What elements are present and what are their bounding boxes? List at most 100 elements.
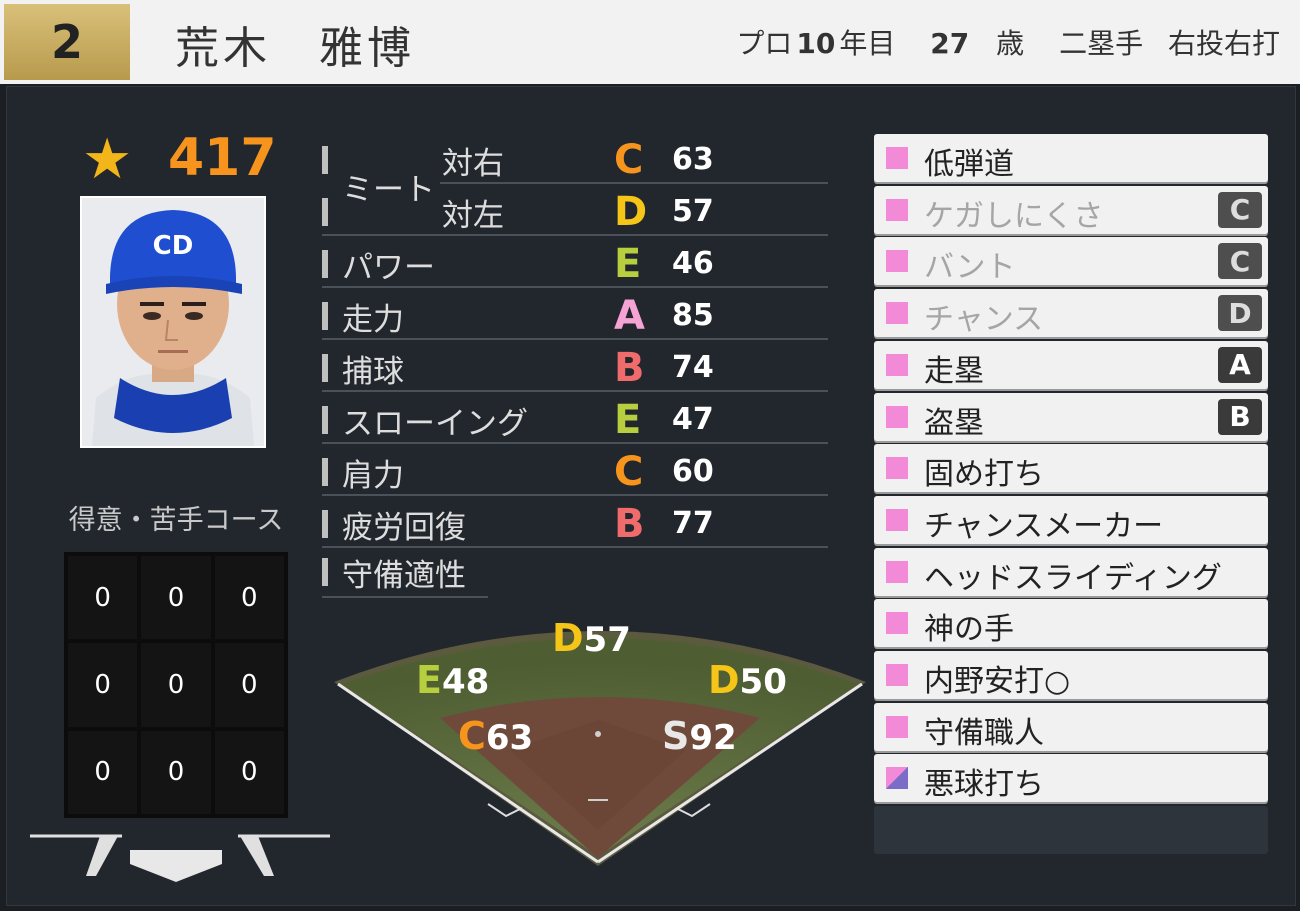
first-base-grade: S: [662, 714, 690, 758]
player-header: 2 荒木 雅博 プロ 10 年目 27 歳 二塁手 右投右打: [0, 0, 1300, 84]
ability-item[interactable]: 悪球打ち: [874, 754, 1268, 803]
player-portrait: CD: [80, 196, 266, 448]
center-field-value: 57: [583, 620, 631, 660]
third-base-rating: C63: [458, 714, 533, 758]
ability-marker-icon: [886, 560, 908, 583]
ability-item[interactable]: 神の手: [874, 599, 1268, 648]
ability-rank: C: [1218, 191, 1262, 228]
stat-value: 46: [672, 246, 714, 281]
stat-value: 77: [672, 506, 714, 541]
stat-row: スローイング E 47: [322, 396, 828, 446]
meet-left-value: 57: [672, 194, 714, 229]
star-icon: ★: [82, 127, 133, 192]
ability-item[interactable]: バント C: [874, 237, 1268, 286]
meet-right-value: 63: [672, 142, 714, 177]
stat-label: パワー: [342, 250, 435, 286]
first-base-rating: S92: [662, 714, 737, 758]
ability-item[interactable]: チャンス D: [874, 289, 1268, 338]
divider: [322, 596, 488, 598]
stat-value: 60: [672, 454, 714, 489]
svg-text:CD: CD: [153, 231, 194, 261]
ability-label: 内野安打○: [924, 664, 1071, 699]
ability-item[interactable]: ヘッドスライディング: [874, 547, 1268, 596]
stat-row: 走力 A 85: [322, 292, 828, 342]
ability-marker-icon: [886, 664, 908, 686]
ability-marker-icon: [886, 457, 908, 480]
stat-grade: E: [614, 241, 642, 287]
center-field-rating: D57: [552, 616, 631, 660]
stat-row: 疲労回復 B 77: [322, 500, 828, 550]
ability-item[interactable]: チャンスメーカー: [874, 495, 1268, 544]
ability-label: 走塁: [924, 353, 984, 389]
ability-item[interactable]: 内野安打○: [874, 651, 1268, 699]
stat-bar: [322, 250, 328, 278]
position: 二塁手: [1059, 27, 1144, 60]
stat-row-meet-left: 対左 D 57: [322, 188, 828, 238]
ability-item[interactable]: ケガしにくさ C: [874, 185, 1268, 234]
left-field-grade: E: [416, 658, 442, 702]
ability-item[interactable]: 固め打ち: [874, 444, 1268, 493]
stat-bar: [322, 558, 328, 586]
meet-left-label: 対左: [442, 198, 504, 234]
ability-label: チャンス: [924, 302, 1044, 338]
ability-marker-icon: [886, 767, 908, 790]
course-title: 得意・苦手コース: [68, 505, 284, 536]
zone-cell: 0: [214, 730, 284, 814]
ability-label: 固め打ち: [924, 457, 1044, 493]
stat-bar: [322, 458, 328, 486]
divider: [322, 338, 828, 340]
right-field-grade: D: [708, 658, 740, 702]
stat-bar: [322, 198, 328, 226]
divider: [440, 182, 828, 184]
ability-label: 盗塁: [924, 405, 984, 441]
ability-marker-icon: [886, 508, 908, 531]
zone-cell: 0: [141, 730, 211, 814]
stat-label: 肩力: [342, 458, 404, 494]
hot-cold-zone-grid: 0 0 0 0 0 0 0 0 0: [64, 552, 288, 818]
ability-marker-icon: [886, 612, 908, 635]
ability-marker-icon: [886, 147, 908, 169]
overall-rating: 417: [168, 128, 277, 188]
ability-marker-icon: [886, 250, 908, 273]
player-profile: プロ 10 年目 27 歳 二塁手 右投右打: [732, 22, 1280, 62]
defense-label: 守備適性: [342, 558, 466, 594]
stat-grade: B: [614, 345, 645, 391]
ability-rank: A: [1218, 346, 1262, 383]
age-unit: 歳: [996, 27, 1025, 60]
right-field-rating: D50: [708, 658, 787, 702]
divider: [322, 494, 828, 496]
right-field-value: 50: [739, 662, 787, 702]
stat-label: 捕球: [342, 354, 404, 390]
pro-year-prefix: プロ: [736, 27, 793, 60]
defense-field: D57 E48 D50 C63 S92: [330, 600, 870, 880]
stat-row-defense: 守備適性: [322, 548, 492, 598]
zone-cell: 0: [214, 556, 284, 640]
divider: [322, 286, 828, 288]
left-field-value: 48: [441, 662, 490, 702]
stat-row: 捕球 B 74: [322, 344, 828, 394]
left-field-rating: E48: [416, 658, 489, 702]
ability-marker-icon: [886, 405, 908, 428]
ability-item[interactable]: 低弾道: [874, 134, 1268, 182]
zone-cell: 0: [214, 643, 284, 727]
meet-right-label: 対右: [442, 146, 504, 182]
zone-cell: 0: [141, 556, 211, 640]
pro-year-suffix: 年目: [839, 27, 896, 60]
ability-item[interactable]: 守備職人: [874, 702, 1268, 751]
divider: [322, 390, 828, 392]
uniform-number: 2: [4, 4, 130, 80]
center-field-grade: D: [552, 616, 584, 660]
stat-label: スローイング: [342, 406, 528, 442]
ability-slot-empty: [874, 806, 1268, 854]
zone-cell: 0: [68, 556, 138, 640]
divider: [322, 234, 828, 236]
stat-bar: [322, 354, 328, 382]
stat-grade: C: [614, 449, 644, 495]
ability-item[interactable]: 走塁 A: [874, 340, 1268, 389]
home-plate-icon: [30, 834, 330, 882]
ability-rank: B: [1218, 398, 1262, 435]
ability-label: バント: [924, 250, 1016, 286]
ability-rank: D: [1218, 295, 1262, 332]
ability-item[interactable]: 盗塁 B: [874, 392, 1268, 441]
stat-value: 85: [672, 298, 714, 333]
